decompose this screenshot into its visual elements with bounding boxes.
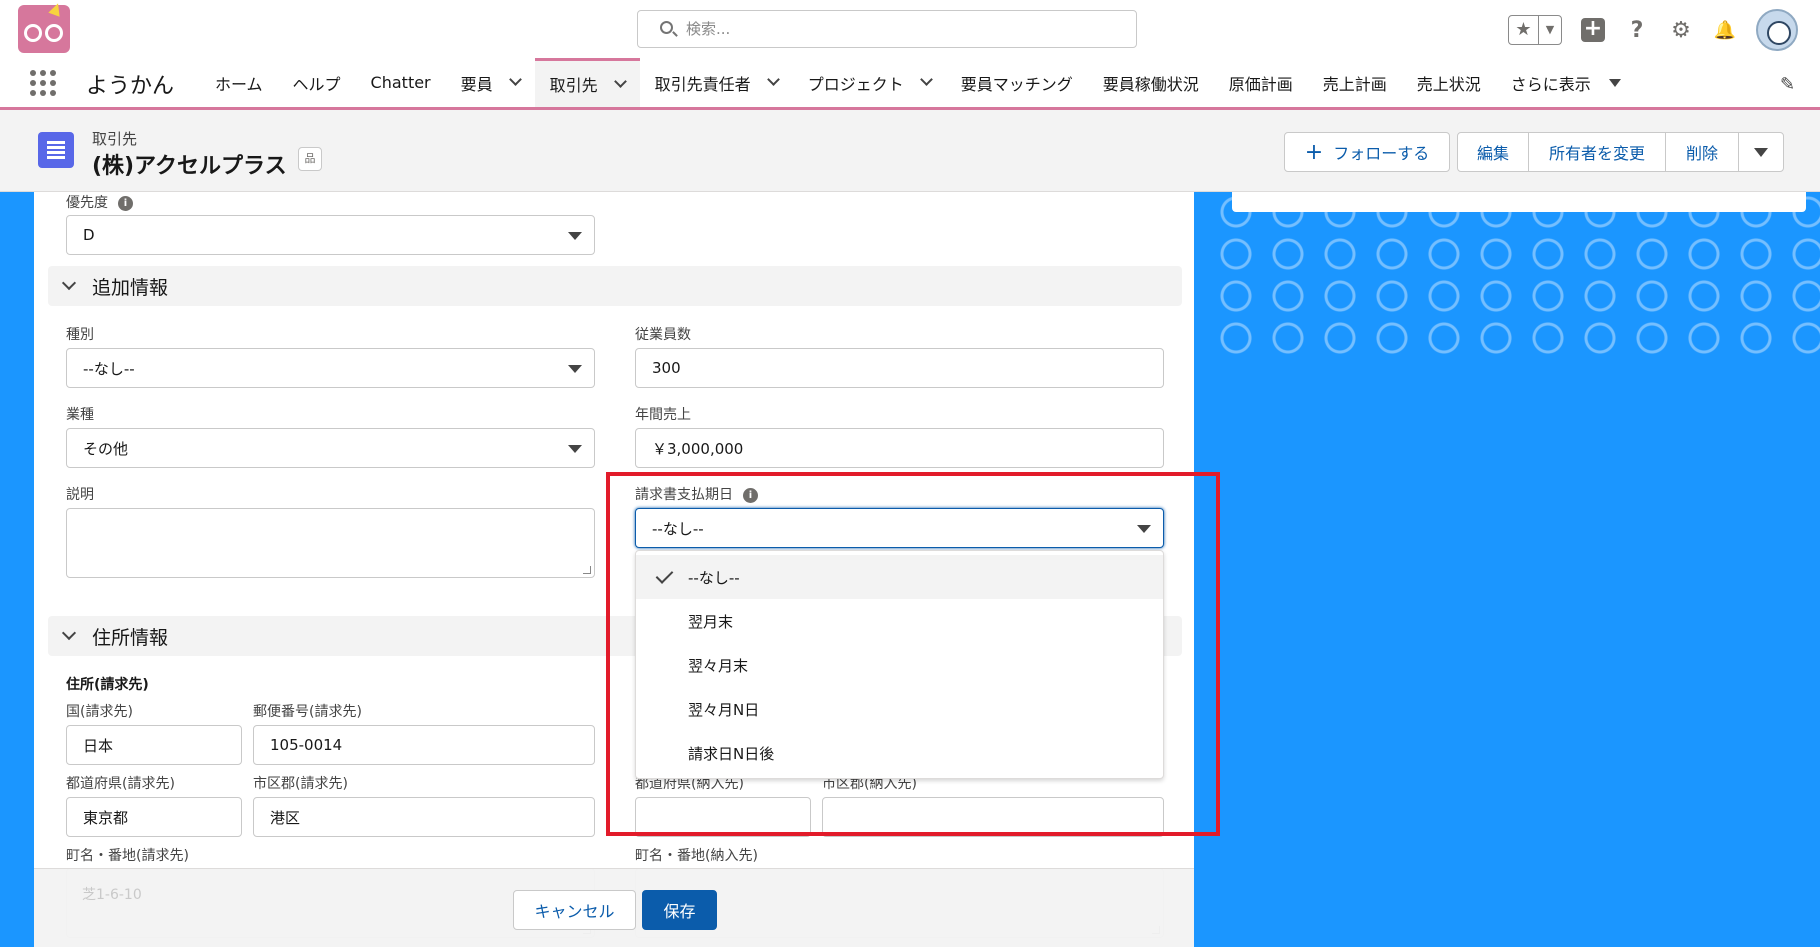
chevron-down-icon xyxy=(61,275,77,291)
sidebar-card xyxy=(1232,192,1806,212)
nav-item-more[interactable]: さらに表示 xyxy=(1496,58,1636,107)
page-title: (株)アクセルプラス xyxy=(92,154,287,179)
annual-revenue-label: 年間売上 xyxy=(635,407,691,423)
caret-down-icon xyxy=(568,232,582,240)
billing-state-field[interactable]: 東京都 xyxy=(66,797,242,837)
description-label: 説明 xyxy=(66,487,94,503)
annual-revenue-field[interactable]: ￥3,000,000 xyxy=(635,428,1164,468)
billing-postal-field[interactable]: 105-0014 xyxy=(253,725,595,765)
record-actions: + フォローする 編集 所有者を変更 削除 xyxy=(1284,132,1784,172)
chevron-down-icon[interactable] xyxy=(508,73,522,86)
billing-address-title: 住所(請求先) xyxy=(66,677,149,693)
highlight-box xyxy=(606,472,1220,836)
global-search[interactable] xyxy=(637,10,1137,48)
gear-icon[interactable]: ⚙ xyxy=(1668,17,1694,43)
nav-bar: ようかん ホーム ヘルプ Chatter 要員 取引先 取引先責任者 プロジェク… xyxy=(0,58,1820,110)
record-header: 取引先 (株)アクセルプラス + フォローする 編集 所有者を変更 削除 xyxy=(0,110,1820,192)
section-additional-info[interactable]: 追加情報 xyxy=(48,266,1182,306)
billing-country-label: 国(請求先) xyxy=(66,704,133,720)
billing-postal-label: 郵便番号(請求先) xyxy=(253,704,362,720)
nav-item-home[interactable]: ホーム xyxy=(200,58,278,107)
search-icon xyxy=(660,21,673,34)
nav-item-utilization[interactable]: 要員稼働状況 xyxy=(1088,58,1214,107)
billing-street-value: 芝1-6-10 xyxy=(82,887,142,903)
nav-item-matching[interactable]: 要員マッチング xyxy=(946,58,1088,107)
cancel-button[interactable]: キャンセル xyxy=(513,890,636,930)
industry-select[interactable]: その他 xyxy=(66,428,595,468)
nav-item-projects[interactable]: プロジェクト xyxy=(793,58,946,107)
global-header: ★ ▼ + ? ⚙ 🔔 xyxy=(0,0,1820,58)
edit-nav-icon[interactable]: ✎ xyxy=(1780,74,1798,95)
record-object-type: 取引先 xyxy=(92,130,138,148)
bell-icon[interactable]: 🔔 xyxy=(1712,17,1738,43)
favorites-button[interactable]: ★ ▼ xyxy=(1508,15,1562,45)
industry-label: 業種 xyxy=(66,407,94,423)
nav-item-help[interactable]: ヘルプ xyxy=(278,58,356,107)
chevron-down-icon[interactable]: ▼ xyxy=(1539,16,1561,44)
nav-item-sales-plan[interactable]: 売上計画 xyxy=(1308,58,1402,107)
chevron-down-icon[interactable] xyxy=(919,73,933,86)
nav-item-chatter[interactable]: Chatter xyxy=(356,58,446,107)
type-label: 種別 xyxy=(66,327,94,343)
star-icon: ★ xyxy=(1509,16,1539,44)
hierarchy-icon[interactable]: 品 xyxy=(298,147,322,171)
avatar[interactable] xyxy=(1756,9,1798,51)
caret-down-icon xyxy=(1754,147,1768,157)
billing-city-label: 市区郡(請求先) xyxy=(253,776,348,792)
priority-select[interactable]: D xyxy=(66,215,595,255)
nav-item-personnel[interactable]: 要員 xyxy=(446,58,535,107)
nav-item-sales-status[interactable]: 売上状況 xyxy=(1402,58,1496,107)
chevron-down-icon xyxy=(61,625,77,641)
caret-down-icon xyxy=(568,445,582,453)
app-logo-icon[interactable] xyxy=(18,1,70,53)
edit-button[interactable]: 編集 xyxy=(1457,132,1529,172)
chevron-down-icon[interactable] xyxy=(613,74,627,88)
change-owner-button[interactable]: 所有者を変更 xyxy=(1528,132,1666,172)
help-icon[interactable]: ? xyxy=(1624,17,1650,43)
global-actions-icon[interactable]: + xyxy=(1580,17,1606,43)
billing-country-field[interactable]: 日本 xyxy=(66,725,242,765)
caret-down-icon xyxy=(568,365,582,373)
plus-icon: + xyxy=(1304,139,1324,165)
nav-items: ホーム ヘルプ Chatter 要員 取引先 取引先責任者 プロジェクト 要員マ… xyxy=(200,58,1636,107)
account-icon xyxy=(38,132,74,168)
app-launcher-icon[interactable] xyxy=(30,70,56,96)
nav-item-contacts[interactable]: 取引先責任者 xyxy=(640,58,793,107)
billing-state-label: 都道府県(請求先) xyxy=(66,776,175,792)
delete-button[interactable]: 削除 xyxy=(1665,132,1739,172)
chevron-down-icon[interactable] xyxy=(766,73,780,86)
billing-city-field[interactable]: 港区 xyxy=(253,797,595,837)
more-actions-button[interactable] xyxy=(1738,132,1784,172)
search-input[interactable] xyxy=(686,17,1106,41)
employees-field[interactable]: 300 xyxy=(635,348,1164,388)
background-pattern xyxy=(1216,192,1820,357)
caret-down-icon xyxy=(1608,78,1621,87)
header-utility-icons: ★ ▼ + ? ⚙ 🔔 xyxy=(1508,9,1798,51)
priority-label: 優先度 i xyxy=(66,192,133,212)
billing-street-label: 町名・番地(請求先) xyxy=(66,848,189,864)
action-button-group: 編集 所有者を変更 削除 xyxy=(1457,132,1784,172)
nav-item-cost-plan[interactable]: 原価計画 xyxy=(1214,58,1308,107)
employees-label: 従業員数 xyxy=(635,327,691,343)
app-name: ようかん xyxy=(86,74,175,99)
info-icon[interactable]: i xyxy=(118,196,133,211)
shipping-street-label: 町名・番地(納入先) xyxy=(635,848,758,864)
follow-button[interactable]: + フォローする xyxy=(1284,132,1450,172)
nav-item-accounts[interactable]: 取引先 xyxy=(534,58,640,107)
description-textarea[interactable] xyxy=(66,508,595,578)
type-select[interactable]: --なし-- xyxy=(66,348,595,388)
save-button[interactable]: 保存 xyxy=(642,890,717,930)
